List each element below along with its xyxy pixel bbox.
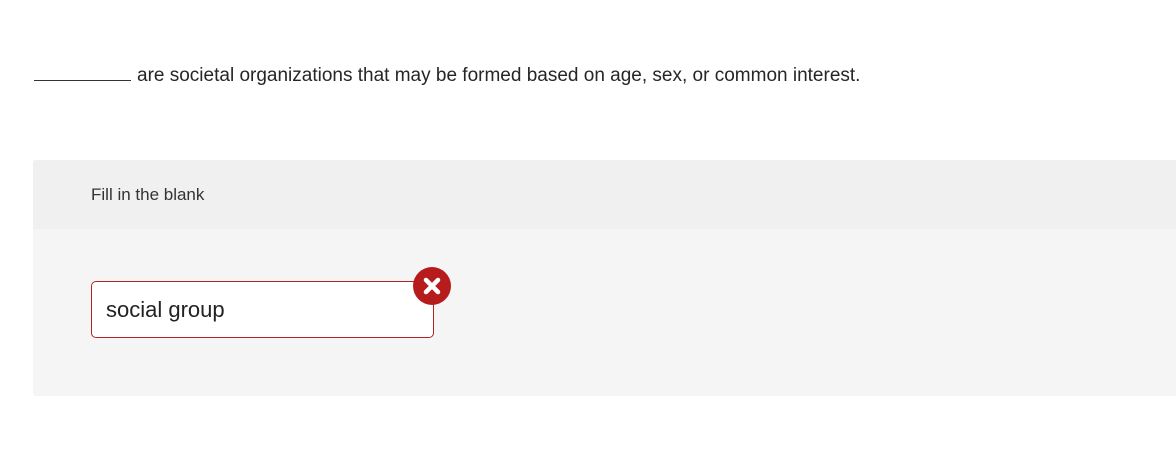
question-text: are societal organizations that may be f…	[137, 65, 861, 86]
answer-field-wrapper	[91, 267, 451, 338]
question-prompt: are societal organizations that may be f…	[34, 63, 860, 88]
card-header: Fill in the blank	[33, 160, 1176, 229]
fill-in-blank-card: Fill in the blank	[33, 160, 1176, 396]
question-blank	[34, 63, 131, 81]
question-type-label: Fill in the blank	[91, 185, 205, 204]
answer-input[interactable]	[91, 281, 434, 338]
x-circle-icon	[413, 267, 451, 305]
